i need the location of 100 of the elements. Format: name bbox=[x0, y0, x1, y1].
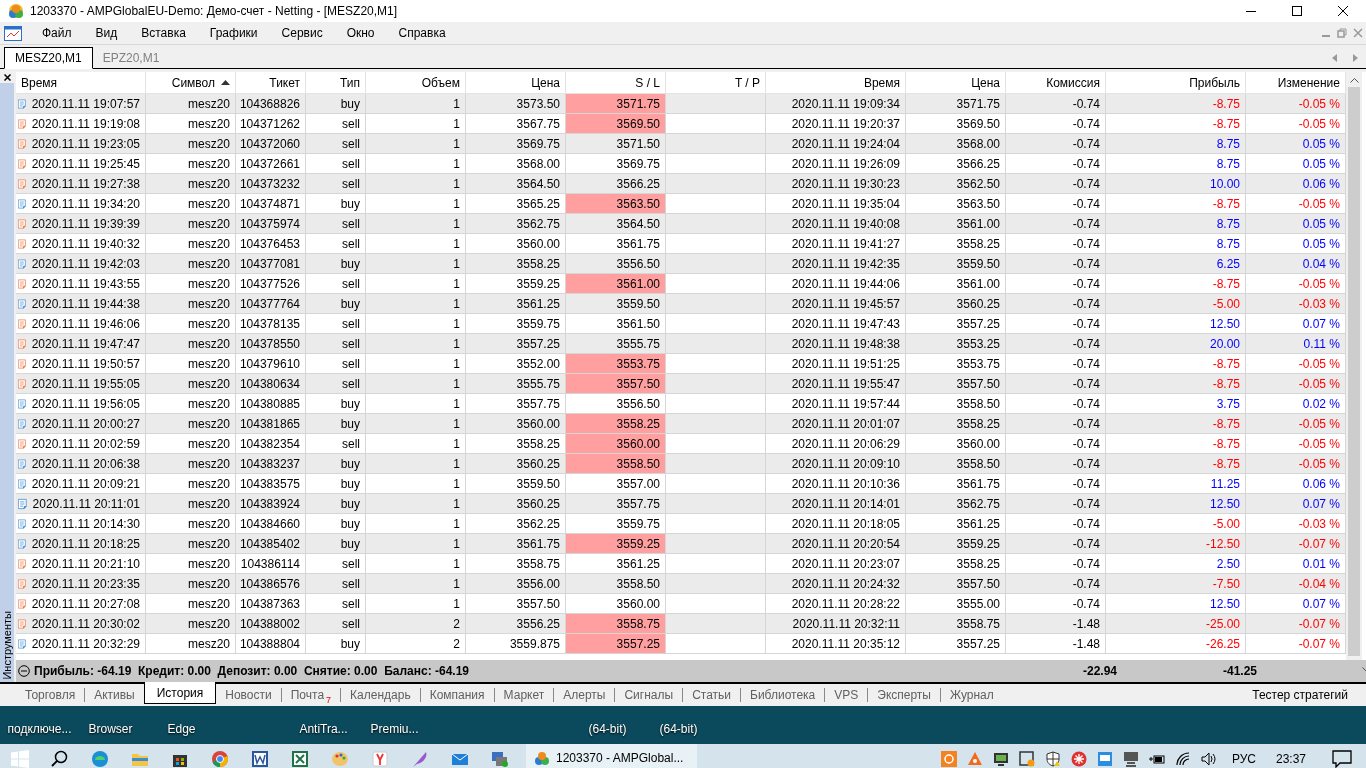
table-cell: 2020.11.11 19:43:55 bbox=[31, 276, 140, 291]
table-cell: mesz20 bbox=[146, 574, 236, 594]
table-cell: 3557.25 bbox=[466, 334, 566, 354]
desktop-icon-label[interactable]: AntiTra... bbox=[288, 722, 359, 736]
table-cell: sell bbox=[306, 174, 366, 194]
table-cell: 3560.00 bbox=[566, 434, 666, 454]
table-cell: buy bbox=[306, 634, 366, 654]
wifi-icon[interactable] bbox=[1174, 751, 1191, 767]
table-cell: 3558.25 bbox=[906, 414, 1006, 434]
feather-icon[interactable] bbox=[411, 750, 429, 768]
table-cell: -0.74 bbox=[1006, 254, 1106, 274]
remote-desktop-icon[interactable] bbox=[491, 750, 509, 768]
table-cell: buy bbox=[306, 294, 366, 314]
table-cell: -0.05 % bbox=[1246, 454, 1346, 474]
security-shield-icon[interactable] bbox=[1044, 751, 1061, 767]
table-cell: 3556.25 bbox=[466, 614, 566, 634]
menu-item[interactable]: Справка bbox=[386, 24, 458, 42]
desktop-icon-label[interactable]: (64-bit) bbox=[572, 722, 643, 736]
restore-icon[interactable] bbox=[1337, 28, 1347, 38]
browser-y-icon[interactable] bbox=[371, 750, 389, 768]
computer-icon[interactable] bbox=[1122, 751, 1139, 767]
volume-icon[interactable] bbox=[1200, 751, 1217, 767]
table-cell: -26.25 bbox=[1106, 634, 1246, 654]
panel-tab[interactable]: Сигналы bbox=[614, 688, 683, 702]
network-card-icon[interactable] bbox=[1096, 751, 1113, 767]
table-cell: mesz20 bbox=[146, 334, 236, 354]
panel-tab[interactable]: История bbox=[143, 682, 217, 704]
panel-tab[interactable]: Торговля bbox=[16, 688, 85, 702]
spreadsheet-icon[interactable] bbox=[291, 750, 309, 768]
panel-tab[interactable]: VPS bbox=[824, 688, 868, 702]
table-cell: 2020.11.11 20:02:59 bbox=[31, 436, 140, 451]
table-cell: sell bbox=[306, 134, 366, 154]
panel-tab[interactable]: Компания bbox=[419, 688, 494, 702]
menu-item[interactable]: Графики bbox=[197, 24, 270, 42]
table-cell: 3553.25 bbox=[906, 334, 1006, 354]
chart-tab[interactable]: EPZ20,M1 bbox=[92, 48, 170, 69]
panel-tab[interactable]: Почта $_{7}$ bbox=[280, 688, 341, 702]
menu-item[interactable]: Вставка bbox=[129, 24, 198, 42]
clock-time[interactable]: 23:37 bbox=[1275, 752, 1306, 766]
table-cell: 3561.75 bbox=[466, 534, 566, 554]
strategy-tester-button[interactable]: Тестер стратегий bbox=[1252, 688, 1348, 702]
scrollbar-thumb[interactable] bbox=[1348, 87, 1360, 656]
desktop-icon-label[interactable]: Browser bbox=[75, 722, 146, 736]
table-cell: 104385402 bbox=[236, 534, 306, 554]
menu-item[interactable]: Файл bbox=[30, 24, 84, 42]
table-cell: -1.48 bbox=[1006, 614, 1106, 634]
windows-start-icon[interactable] bbox=[11, 750, 29, 768]
menu-item[interactable]: Сервис bbox=[269, 24, 335, 42]
close-icon[interactable] bbox=[3, 74, 11, 81]
desktop-icon-label[interactable]: подключе... bbox=[4, 722, 75, 736]
taskbar-window-button[interactable]: 1203370 - AMPGlobal... bbox=[526, 744, 698, 768]
table-cell: 8.75 bbox=[1106, 214, 1246, 234]
menu-item[interactable]: Окно bbox=[334, 24, 387, 42]
table-cell: buy bbox=[306, 414, 366, 434]
desktop-icon-label[interactable]: Edge bbox=[146, 722, 217, 736]
browser-icon[interactable] bbox=[91, 750, 109, 768]
table-cell: -8.75 bbox=[1106, 414, 1246, 434]
table-cell: 2020.11.11 19:09:34 bbox=[766, 94, 906, 114]
panel-tab[interactable]: Журнал bbox=[940, 688, 1003, 702]
tray-app-icon[interactable] bbox=[940, 751, 957, 767]
table-cell: 2020.11.11 19:42:35 bbox=[766, 254, 906, 274]
desktop-icon-label[interactable]: Premiu... bbox=[359, 722, 430, 736]
chrome-icon[interactable] bbox=[211, 750, 229, 768]
close-icon bbox=[1337, 5, 1349, 17]
panel-tab[interactable]: Библиотека bbox=[740, 688, 825, 702]
scroll-right-icon[interactable] bbox=[1353, 54, 1358, 62]
table-cell: 1 bbox=[366, 214, 466, 234]
panel-tab[interactable]: Алерты bbox=[553, 688, 615, 702]
keyboard-language[interactable]: РУС bbox=[1231, 752, 1256, 766]
table-cell: 2020.11.11 20:14:01 bbox=[766, 494, 906, 514]
monitor-icon[interactable] bbox=[992, 751, 1009, 767]
panel-tab[interactable]: Календарь bbox=[340, 688, 420, 702]
table-cell: 3562.75 bbox=[906, 494, 1006, 514]
sync-icon[interactable] bbox=[1018, 751, 1035, 767]
word-document-icon[interactable] bbox=[251, 750, 269, 768]
panel-tab[interactable]: Маркет bbox=[493, 688, 554, 702]
collapse-icon[interactable] bbox=[18, 665, 30, 677]
table-cell: buy bbox=[306, 534, 366, 554]
palette-icon[interactable] bbox=[331, 750, 349, 768]
table-cell: 1 bbox=[366, 294, 466, 314]
search-icon[interactable] bbox=[51, 750, 69, 768]
antivirus-icon[interactable] bbox=[966, 751, 983, 767]
table-cell: 0.06 % bbox=[1246, 174, 1346, 194]
scroll-up-icon[interactable] bbox=[1349, 78, 1359, 83]
panel-tab[interactable]: Активы bbox=[84, 688, 144, 702]
column-header[interactable]: Символ bbox=[171, 75, 215, 90]
toolbox-label[interactable]: Инструменты bbox=[1, 611, 13, 680]
vertical-scrollbar[interactable] bbox=[1346, 72, 1362, 660]
starburst-icon[interactable] bbox=[1070, 751, 1087, 767]
scroll-left-icon[interactable] bbox=[1332, 54, 1337, 62]
table-cell: mesz20 bbox=[146, 494, 236, 514]
desktop-icon-label[interactable]: (64-bit) bbox=[643, 722, 714, 736]
panel-tab[interactable]: Статьи bbox=[682, 688, 740, 702]
menu-item[interactable]: Вид bbox=[83, 24, 130, 42]
table-cell: 2020.11.11 19:42:03 bbox=[31, 256, 140, 271]
notifications-icon[interactable] bbox=[1332, 750, 1352, 768]
chart-tab[interactable]: MESZ20,M1 bbox=[4, 47, 93, 69]
panel-tab[interactable]: Новости bbox=[216, 688, 281, 702]
panel-tab[interactable]: Эксперты bbox=[867, 688, 940, 702]
table-cell: 104373232 bbox=[236, 174, 306, 194]
